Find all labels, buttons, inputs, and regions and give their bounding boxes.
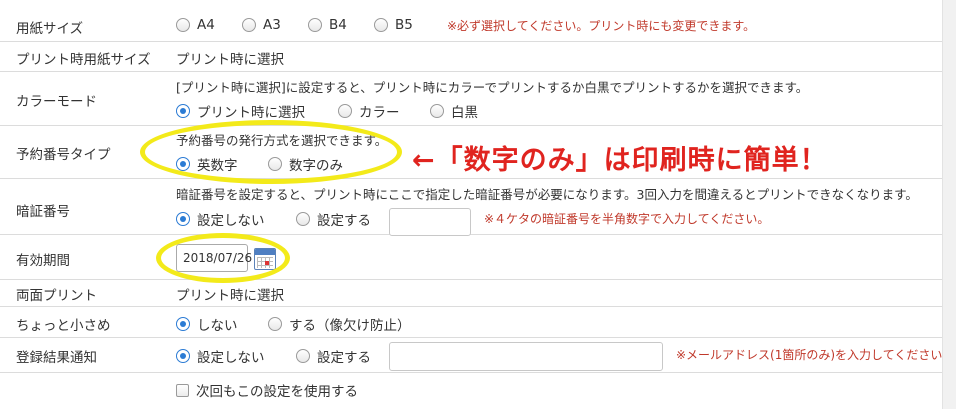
paper-size-a4-option[interactable]: A4 xyxy=(176,17,215,33)
row-paper-size: 用紙サイズ A4 A3 B4 B5 ※必ず選択してください。プリント時にも変更で… xyxy=(0,0,942,42)
expiry-label: 有効期間 xyxy=(16,253,70,269)
color-mode-description: [プリント時に選択]に設定すると、プリント時にカラーでプリントするか白黒でプリン… xyxy=(176,80,809,95)
row-notify: 登録結果通知 設定しない 設定する ※メールアドレス(1箇所のみ)を入力してくだ… xyxy=(0,338,942,373)
paper-size-b4-option[interactable]: B4 xyxy=(308,17,347,33)
email-input[interactable] xyxy=(389,342,663,371)
highlight-reservation-type xyxy=(140,120,402,184)
smaller-on-option[interactable]: する（像欠け防止） xyxy=(268,314,411,334)
paper-size-note: ※必ず選択してください。プリント時にも変更できます。 xyxy=(447,19,756,33)
radio-smaller-on[interactable] xyxy=(268,317,282,331)
radio-b4[interactable] xyxy=(308,18,322,32)
radio-pin-off[interactable] xyxy=(176,212,190,226)
radio-a4[interactable] xyxy=(176,18,190,32)
radio-notify-off[interactable] xyxy=(176,349,190,363)
radio-color-print-time[interactable] xyxy=(176,104,190,118)
row-expiry: 有効期間 xyxy=(0,235,942,280)
reservation-type-label: 予約番号タイプ xyxy=(16,147,111,163)
notify-on-option[interactable]: 設定する xyxy=(296,346,371,366)
radio-mono[interactable] xyxy=(430,104,444,118)
print-paper-size-value: プリント時に選択 xyxy=(176,52,284,68)
smaller-off-option[interactable]: しない xyxy=(176,314,238,334)
radio-a3[interactable] xyxy=(242,18,256,32)
print-paper-size-label: プリント時用紙サイズ xyxy=(16,52,151,68)
notify-label: 登録結果通知 xyxy=(16,350,97,366)
pin-input[interactable] xyxy=(389,208,471,236)
slightly-smaller-label: ちょっと小さめ xyxy=(16,318,111,334)
radio-pin-on[interactable] xyxy=(296,212,310,226)
row-reuse: 次回もこの設定を使用する xyxy=(0,373,942,409)
pin-label: 暗証番号 xyxy=(16,204,70,220)
paper-size-label: 用紙サイズ xyxy=(16,21,84,37)
color-mode-label: カラーモード xyxy=(16,94,97,110)
row-slightly-smaller: ちょっと小さめ しない する（像欠け防止） xyxy=(0,307,942,338)
row-duplex: 両面プリント プリント時に選択 xyxy=(0,280,942,307)
pin-description: 暗証番号を設定すると、プリント時にここで指定した暗証番号が必要になります。3回入… xyxy=(176,187,918,202)
duplex-label: 両面プリント xyxy=(16,288,97,304)
reuse-settings-option[interactable]: 次回もこの設定を使用する xyxy=(176,380,358,400)
row-color-mode: カラーモード [プリント時に選択]に設定すると、プリント時にカラーでプリントする… xyxy=(0,72,942,126)
reuse-checkbox[interactable] xyxy=(176,383,189,397)
highlight-expiry-date xyxy=(156,233,290,283)
pin-off-option[interactable]: 設定しない xyxy=(176,209,265,229)
radio-color[interactable] xyxy=(338,104,352,118)
pin-on-option[interactable]: 設定する xyxy=(296,209,371,229)
color-mode-print-time-option[interactable]: プリント時に選択 xyxy=(176,101,305,121)
annotation-callout: ←「数字のみ」は印刷時に簡単！ xyxy=(412,145,828,176)
pin-note: ※４ケタの暗証番号を半角数字で入力してください。 xyxy=(484,212,770,226)
color-mode-mono-option[interactable]: 白黒 xyxy=(430,101,478,121)
paper-size-a3-option[interactable]: A3 xyxy=(242,17,281,33)
notify-note: ※メールアドレス(1箇所のみ)を入力してください xyxy=(676,348,943,362)
radio-smaller-off[interactable] xyxy=(176,317,190,331)
color-mode-color-option[interactable]: カラー xyxy=(338,101,400,121)
notify-off-option[interactable]: 設定しない xyxy=(176,346,265,366)
radio-notify-on[interactable] xyxy=(296,349,310,363)
paper-size-b5-option[interactable]: B5 xyxy=(374,17,413,33)
duplex-value: プリント時に選択 xyxy=(176,288,284,304)
radio-b5[interactable] xyxy=(374,18,388,32)
row-print-paper-size: プリント時用紙サイズ プリント時に選択 xyxy=(0,42,942,72)
row-pin: 暗証番号 暗証番号を設定すると、プリント時にここで指定した暗証番号が必要になりま… xyxy=(0,179,942,236)
scrollbar[interactable] xyxy=(942,0,956,409)
